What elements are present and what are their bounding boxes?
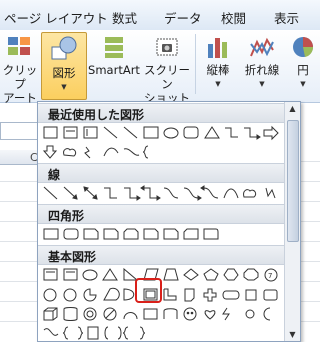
shapes-button[interactable]: 図形 ▼	[41, 32, 87, 100]
shapes-gallery: 最近使用した図形 線 四角形 基本図形 7 ▲ ▼	[37, 101, 301, 342]
basic-shapes-icons-1[interactable]: 7	[42, 266, 286, 284]
tab-data[interactable]: データ	[164, 8, 202, 27]
pie-chart-button[interactable]: 円 ▼	[286, 34, 320, 91]
tab-page-layout[interactable]: ページ レイアウト	[4, 8, 108, 27]
smartart-button[interactable]: SmartArt	[86, 34, 142, 77]
category-rectangles: 四角形	[38, 204, 300, 224]
column-header[interactable]: C	[0, 150, 40, 165]
screenshot-button[interactable]: スクリーン ショット	[142, 34, 192, 105]
line-chart-icon	[250, 37, 274, 57]
category-recent-shapes: 最近使用した図形	[38, 103, 300, 123]
category-label: 四角形	[48, 209, 85, 223]
category-label: 基本図形	[48, 250, 97, 264]
gallery-scrollbar[interactable]: ▲ ▼	[284, 102, 300, 341]
shapes-icon	[51, 36, 77, 60]
category-basic-shapes: 基本図形	[38, 245, 300, 265]
bar-chart-label: 縦棒	[206, 63, 230, 77]
chevron-down-icon: ▼	[259, 80, 265, 88]
pie-chart-label: 円	[297, 63, 309, 77]
basic-shapes-icons-4[interactable]	[42, 324, 286, 342]
chevron-down-icon: ▼	[61, 83, 67, 91]
tab-review[interactable]: 校閲	[221, 8, 246, 27]
ribbon-tab-bar: ページ レイアウト 数式 データ 校閲 表示	[0, 0, 320, 31]
clipart-button[interactable]: クリップ アート	[0, 34, 40, 105]
tab-formulas[interactable]: 数式	[112, 8, 137, 27]
chevron-down-icon: ▼	[215, 80, 221, 88]
recent-shapes-icons-2[interactable]	[42, 143, 286, 161]
line-chart-button[interactable]: 折れ線 ▼	[240, 34, 284, 91]
svg-text:7: 7	[268, 272, 272, 280]
category-label: 線	[48, 168, 61, 182]
bar-chart-button[interactable]: 縦棒 ▼	[198, 34, 238, 91]
basic-shapes-icons-2[interactable]	[42, 286, 286, 304]
name-box[interactable]	[0, 122, 42, 140]
smartart-label: SmartArt	[88, 63, 140, 77]
ribbon: クリップ アート 図形 ▼ SmartArt スクリーン ショット 縦棒 ▼ 折…	[0, 30, 320, 105]
basic-shapes-icons-3[interactable]	[42, 305, 286, 323]
camera-icon	[156, 38, 178, 56]
smartart-icon	[105, 37, 123, 58]
rectangle-shapes-icons[interactable]	[42, 225, 286, 243]
clipart-label-1: クリップ	[2, 63, 38, 91]
scroll-down-icon[interactable]: ▼	[288, 330, 297, 339]
shapes-label: 図形	[52, 66, 76, 80]
tab-view[interactable]: 表示	[274, 8, 299, 27]
category-label: 最近使用した図形	[48, 108, 145, 122]
clipart-icon	[8, 37, 30, 55]
chevron-down-icon: ▼	[300, 80, 306, 88]
scrollbar-thumb[interactable]	[287, 120, 299, 242]
recent-shapes-icons[interactable]	[42, 124, 286, 142]
screenshot-label-1: スクリーン	[144, 63, 190, 91]
selected-frame-shape-highlight[interactable]	[135, 278, 162, 303]
line-shapes-icons[interactable]	[42, 184, 286, 202]
line-chart-label: 折れ線	[244, 63, 280, 77]
scroll-up-icon[interactable]: ▲	[288, 104, 297, 113]
bar-chart-icon	[208, 38, 227, 58]
ribbon-divider	[195, 34, 196, 94]
category-lines: 線	[38, 163, 300, 183]
pie-chart-icon	[293, 37, 314, 57]
